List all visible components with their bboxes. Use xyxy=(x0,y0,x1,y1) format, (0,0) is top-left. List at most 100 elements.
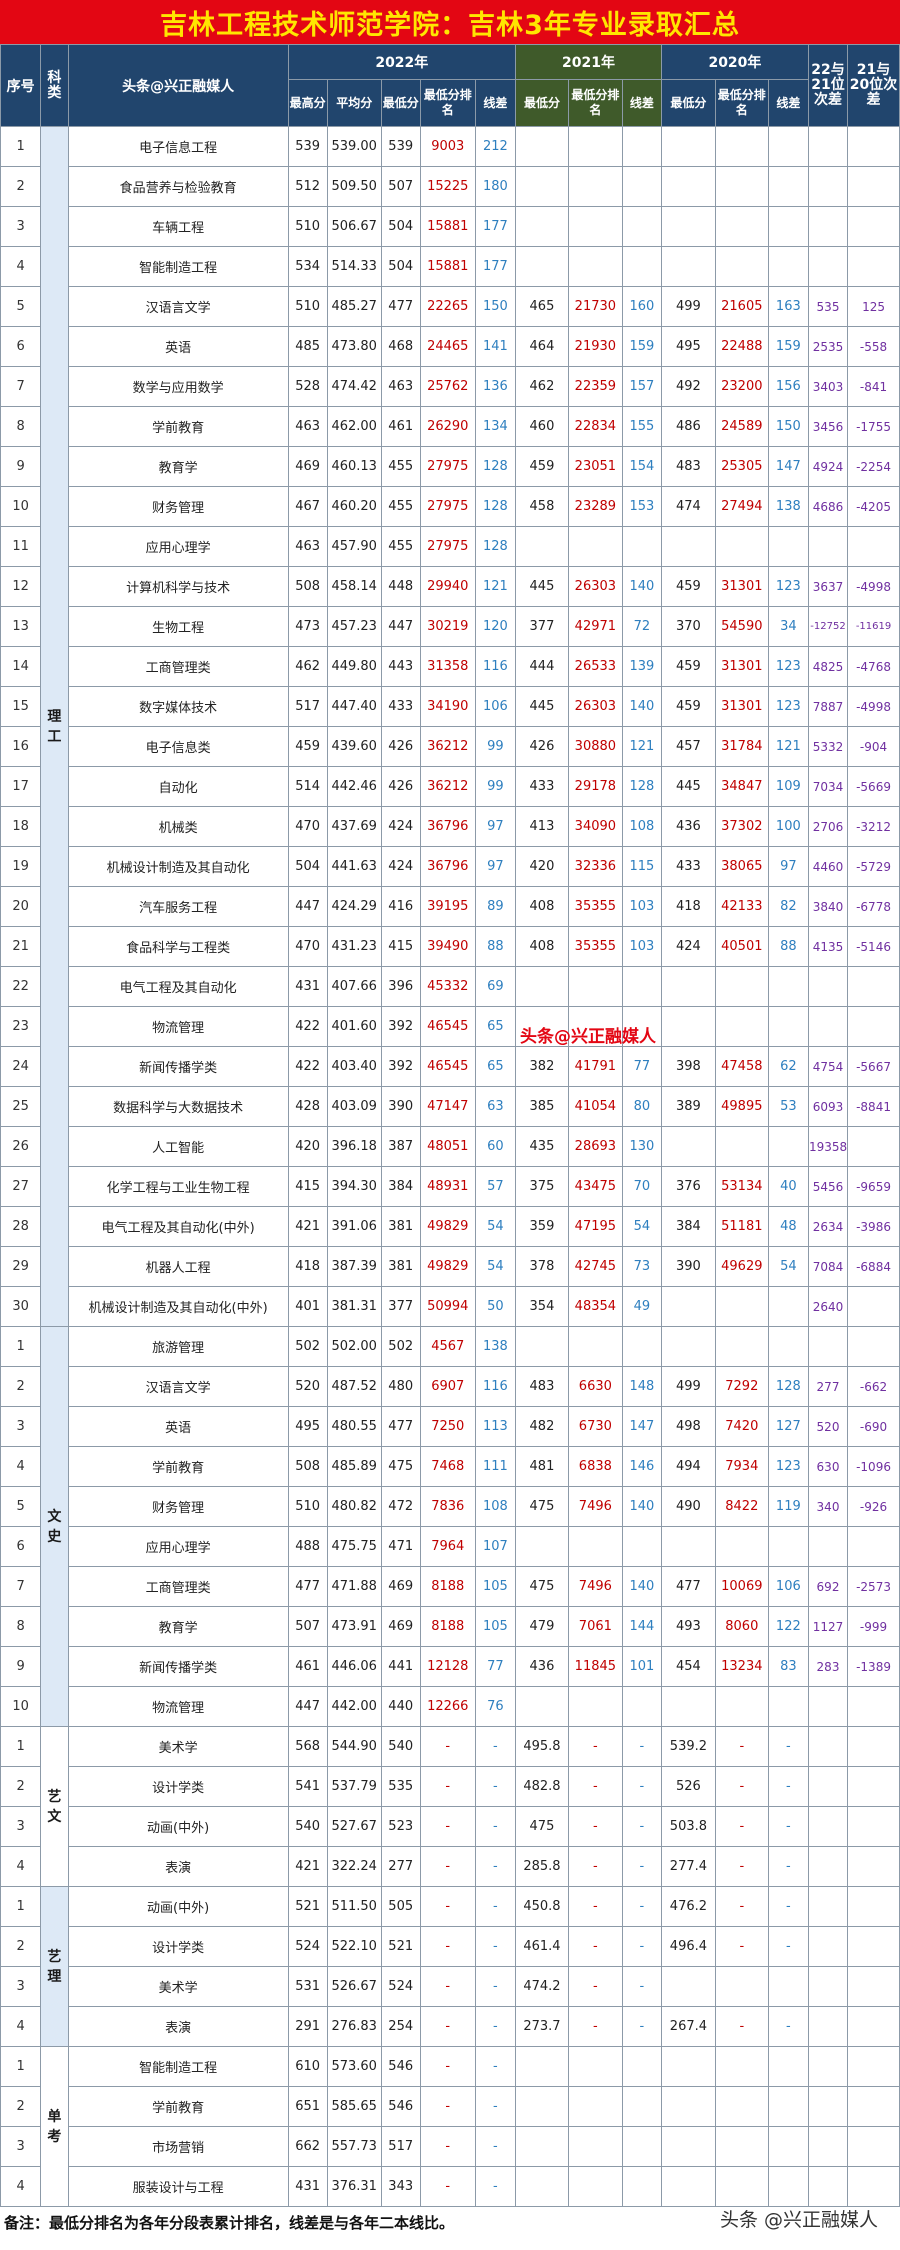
row-seq: 28 xyxy=(0,1206,42,1247)
table-row: 18 机械类 470 437.69 424 36796 97 413 34090 108 436 37… xyxy=(0,806,900,847)
table-row: 12 计算机科学与技术 508 458.14 448 29940 121 445 26303 14… xyxy=(0,566,900,607)
cell-value: 47147 xyxy=(419,1086,476,1127)
cell-value: 36796 xyxy=(419,846,476,887)
cell-value: 12128 xyxy=(419,1646,476,1687)
cell-value: 62 xyxy=(767,1046,809,1087)
row-seq: 3 xyxy=(0,1806,42,1847)
cell-value: 537.79 xyxy=(326,1766,382,1807)
cell-value: 422 xyxy=(287,1046,328,1087)
cell-value: 378 xyxy=(515,1246,569,1287)
cell-value: 22834 xyxy=(567,406,623,447)
cell-value: 457 xyxy=(660,726,716,767)
cell-value: 156 xyxy=(767,366,809,407)
cell-value: 48051 xyxy=(419,1126,476,1167)
cell-value: 19358 xyxy=(807,1126,849,1167)
cell-value: 41054 xyxy=(567,1086,623,1127)
cell-value: 662 xyxy=(287,2126,328,2167)
cell-value xyxy=(714,2126,769,2167)
cell-value: 540 xyxy=(380,1726,421,1767)
cell-value: 477 xyxy=(287,1566,328,1607)
cell-value: 97 xyxy=(474,846,517,887)
cell-value: 277 xyxy=(807,1366,849,1407)
cell-value: 415 xyxy=(380,926,421,967)
row-seq: 4 xyxy=(0,1846,42,1887)
cell-value: 139 xyxy=(621,646,662,687)
cell-value: - xyxy=(767,1886,809,1927)
row-seq: 3 xyxy=(0,206,42,247)
cell-value: 381.31 xyxy=(326,1286,382,1327)
cell-value: - xyxy=(621,1806,662,1847)
cell-value: - xyxy=(567,2006,623,2047)
cell-value: -11619 xyxy=(847,606,900,647)
cell-value: 83 xyxy=(767,1646,809,1687)
cell-value xyxy=(807,206,849,247)
cell-value: 408 xyxy=(515,926,569,967)
cell-value: 387.39 xyxy=(326,1246,382,1287)
cell-value: 41791 xyxy=(567,1046,623,1087)
table-row: 1 单考 智能制造工程 610 573.60 546- - xyxy=(0,2046,900,2207)
cell-value: - xyxy=(419,1886,476,1927)
cell-value: 8188 xyxy=(419,1566,476,1607)
cell-value: 508 xyxy=(287,1446,328,1487)
cell-value xyxy=(767,1526,809,1567)
cell-value: 121 xyxy=(621,726,662,767)
cell-value: 125 xyxy=(847,286,900,327)
header-2022-line: 线差 xyxy=(474,79,517,127)
cell-value xyxy=(567,206,623,247)
cell-value: 10069 xyxy=(714,1566,769,1607)
cell-value: 483 xyxy=(660,446,716,487)
cell-value: 421 xyxy=(287,1206,328,1247)
table-row: 2 学前教育 651 585.65 546- - xyxy=(0,2086,900,2127)
cell-value xyxy=(767,2046,809,2087)
cell-value: 460.13 xyxy=(326,446,382,487)
cell-value: -6778 xyxy=(847,886,900,927)
header-2021-rank: 最低分排名 xyxy=(567,79,623,127)
cell-value: 2535 xyxy=(807,326,849,367)
cell-value: - xyxy=(714,1846,769,1887)
cell-value: 128 xyxy=(474,446,517,487)
row-seq: 11 xyxy=(0,526,42,567)
cell-value xyxy=(567,246,623,287)
cell-value: 7496 xyxy=(567,1566,623,1607)
cell-value xyxy=(767,2166,809,2207)
cell-value: 128 xyxy=(474,486,517,527)
cell-value: 23200 xyxy=(714,366,769,407)
cell-value: 7061 xyxy=(567,1606,623,1647)
cell-value: 482 xyxy=(515,1406,569,1447)
cell-value xyxy=(847,1766,900,1807)
cell-value: 36796 xyxy=(419,806,476,847)
cell-value: - xyxy=(714,1806,769,1847)
cell-value xyxy=(714,966,769,1007)
cell-value: 539 xyxy=(380,126,421,167)
cell-value: 105 xyxy=(474,1566,517,1607)
cell-value: - xyxy=(714,1766,769,1807)
table-row: 17 自动化 514 442.46 426 36212 99 433 29178 128 445 34… xyxy=(0,766,900,807)
cell-value: 610 xyxy=(287,2046,328,2087)
cell-value: 418 xyxy=(287,1246,328,1287)
table-row: 11 应用心理学 463 457.90 455 27975 128 xyxy=(0,526,900,567)
cell-value: 510 xyxy=(287,286,328,327)
cell-value: 420 xyxy=(287,1126,328,1167)
cell-value xyxy=(660,1686,716,1727)
cell-value: 504 xyxy=(380,246,421,287)
cell-value: 36212 xyxy=(419,726,476,767)
cell-value: 30880 xyxy=(567,726,623,767)
cell-value: 433 xyxy=(515,766,569,807)
cell-value: 148 xyxy=(621,1366,662,1407)
cell-value xyxy=(714,526,769,567)
cell-value: -1755 xyxy=(847,406,900,447)
cell-value: 103 xyxy=(621,886,662,927)
cell-value: 394.30 xyxy=(326,1166,382,1207)
cell-value: 439.60 xyxy=(326,726,382,767)
cell-value xyxy=(847,1726,900,1767)
cell-value: 5456 xyxy=(807,1166,849,1207)
cell-value: 107 xyxy=(474,1526,517,1567)
cell-value: 568 xyxy=(287,1726,328,1767)
cell-value: 511.50 xyxy=(326,1886,382,1927)
cell-value: 441 xyxy=(380,1646,421,1687)
cell-value xyxy=(847,2006,900,2047)
table-row: 8 教育学 507 473.91 469 8188 105 479 7061 144 493 8060… xyxy=(0,1606,900,1647)
cell-value: - xyxy=(419,2166,476,2207)
major-name: 动画(中外) xyxy=(67,1806,289,1847)
cell-value xyxy=(515,246,569,287)
